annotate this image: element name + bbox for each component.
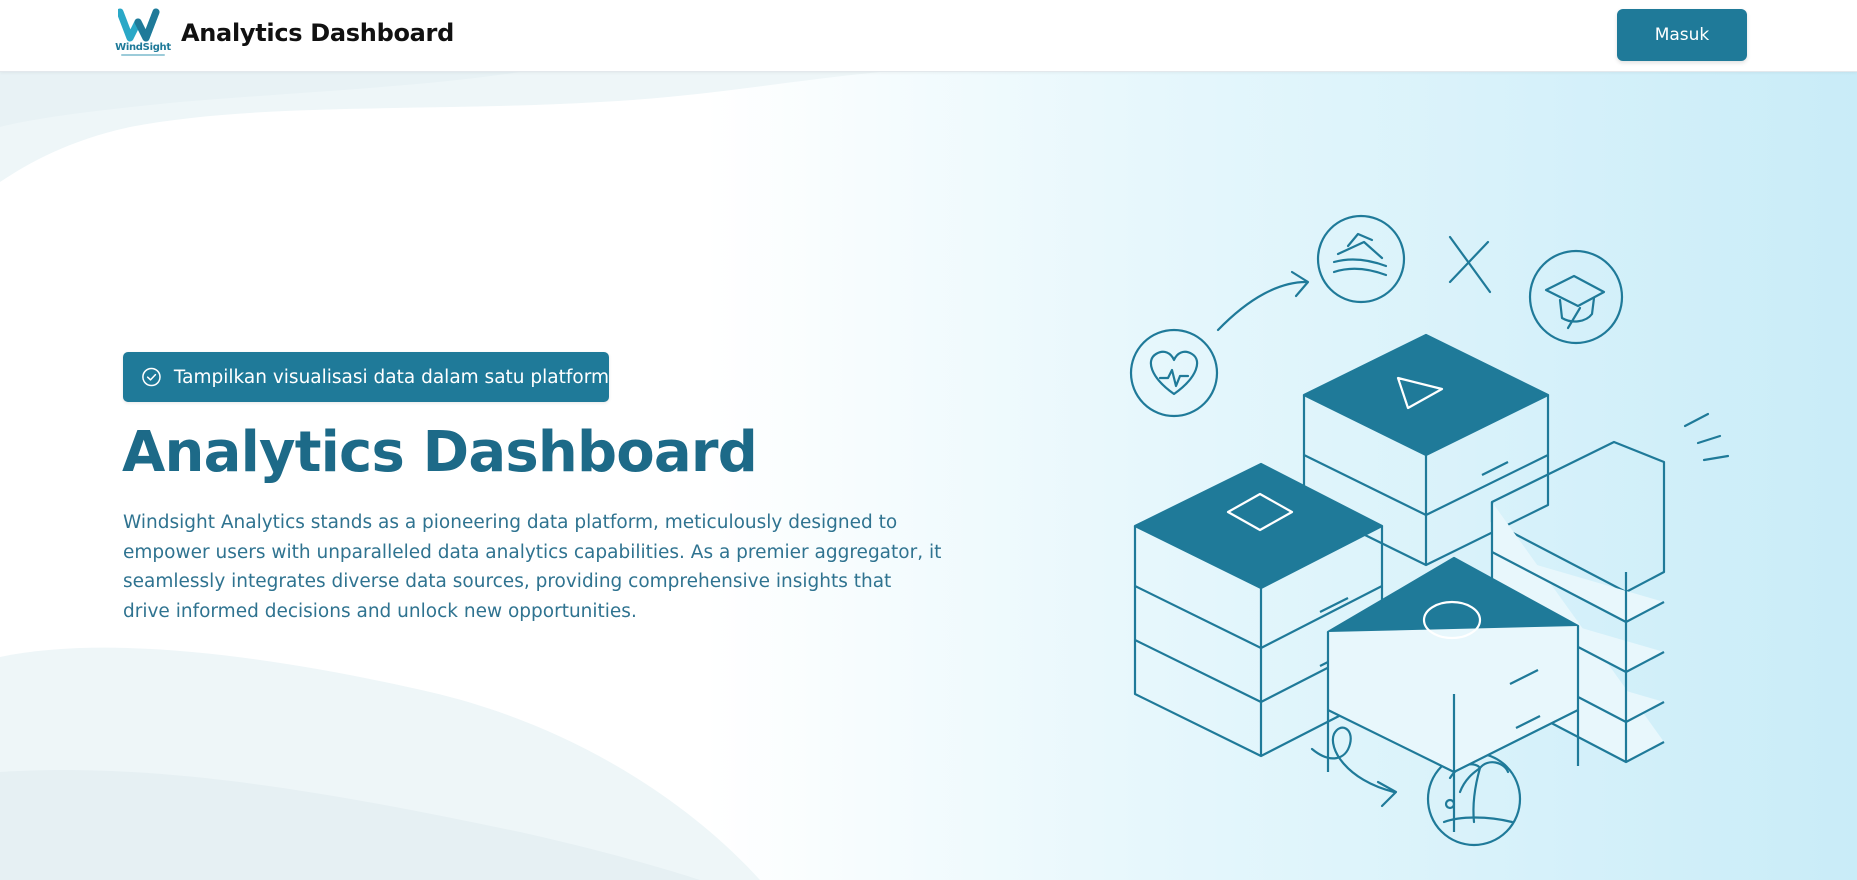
logo-mark-icon bbox=[118, 8, 160, 42]
cross-mark-icon bbox=[1448, 235, 1492, 294]
hero-section: Tampilkan visualisasi data dalam satu pl… bbox=[0, 72, 1857, 880]
badge-text: Tampilkan visualisasi data dalam satu pl… bbox=[173, 366, 609, 388]
data-stack-illustration bbox=[1129, 214, 1730, 847]
layers-icon bbox=[1316, 214, 1406, 304]
arrow-icon bbox=[1216, 270, 1310, 332]
logo-tagline bbox=[121, 54, 165, 56]
feature-badge: Tampilkan visualisasi data dalam satu pl… bbox=[123, 352, 609, 402]
check-circle-icon bbox=[142, 367, 161, 387]
app-title[interactable]: Analytics Dashboard bbox=[181, 19, 454, 47]
graduation-cap-icon bbox=[1528, 249, 1624, 345]
hero-title: Analytics Dashboard bbox=[122, 420, 758, 485]
heart-pulse-icon bbox=[1129, 328, 1219, 418]
logo-text: WindSight bbox=[115, 42, 171, 53]
navbar: WindSight Analytics Dashboard Masuk bbox=[0, 0, 1857, 72]
hero-description: Windsight Analytics stands as a pioneeri… bbox=[123, 512, 942, 622]
brand[interactable]: WindSight Analytics Dashboard bbox=[113, 8, 454, 58]
login-button[interactable]: Masuk bbox=[1617, 9, 1747, 61]
windsight-logo[interactable]: WindSight bbox=[113, 8, 173, 58]
